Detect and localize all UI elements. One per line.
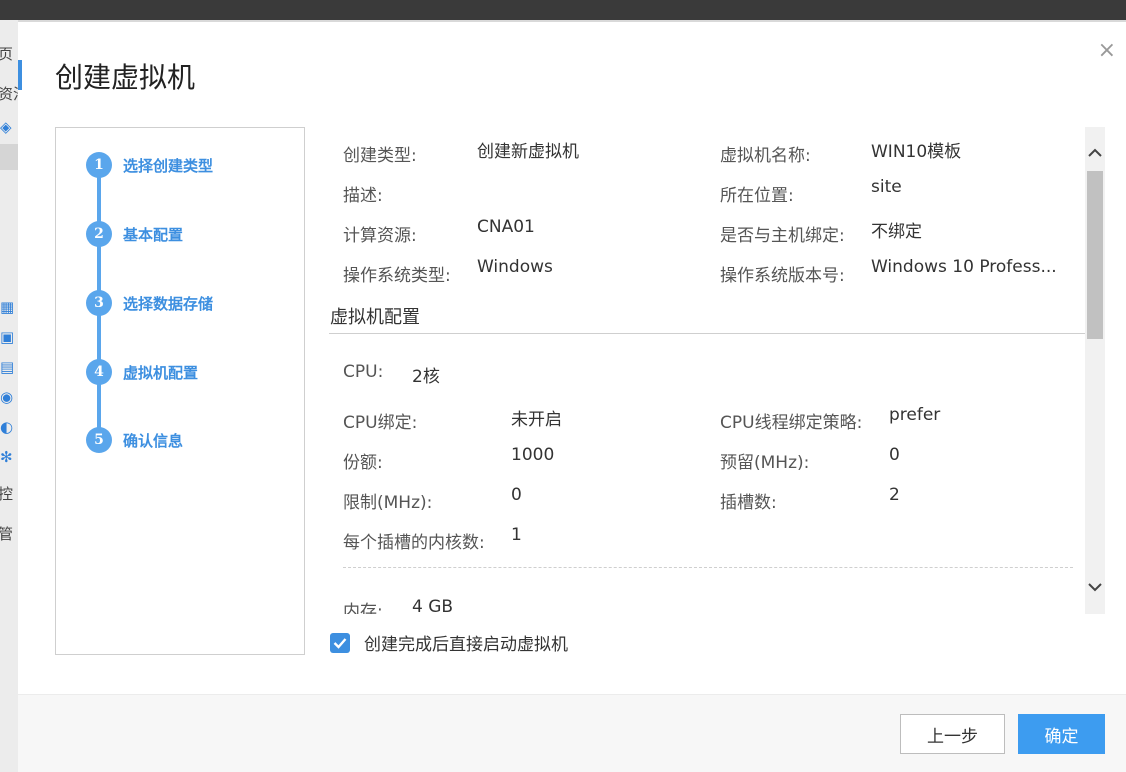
slots-label: 插槽数: bbox=[720, 493, 777, 513]
cpu-label: CPU: bbox=[343, 362, 384, 382]
bg-sidebar-icon: ◉ bbox=[0, 388, 14, 406]
os-version-label: 操作系统版本号: bbox=[720, 266, 845, 286]
auto-start-checkbox[interactable]: 创建完成后直接启动虚拟机 bbox=[330, 630, 568, 655]
cpu-thread-policy-label: CPU线程绑定策略: bbox=[720, 413, 863, 433]
step-select-create-type[interactable]: 1 选择创建类型 bbox=[86, 152, 213, 178]
step-label: 选择数据存储 bbox=[123, 294, 214, 313]
step-number: 4 bbox=[86, 359, 112, 385]
vm-config-section-title: 虚拟机配置 bbox=[330, 307, 420, 328]
bg-sidebar-fragment: 控 bbox=[0, 485, 14, 503]
content-scrollbar[interactable] bbox=[1085, 127, 1105, 614]
dialog-footer: 上一步 确定 bbox=[18, 694, 1126, 772]
bg-sidebar-fragment: 管 bbox=[0, 525, 14, 543]
create-type-label: 创建类型: bbox=[343, 146, 417, 166]
prev-step-button[interactable]: 上一步 bbox=[900, 714, 1005, 754]
confirm-button[interactable]: 确定 bbox=[1018, 714, 1105, 754]
os-type-label: 操作系统类型: bbox=[343, 266, 451, 286]
memory-label: 内存: bbox=[343, 602, 383, 614]
create-vm-dialog: 创建虚拟机 × 1 选择创建类型 2 基本配置 3 选择数据存储 4 虚拟机配置… bbox=[18, 22, 1126, 772]
limit-value: 0 bbox=[511, 485, 522, 505]
step-label: 选择创建类型 bbox=[123, 156, 214, 175]
app-top-bar bbox=[0, 0, 1126, 20]
confirm-content-area: 创建类型: 创建新虚拟机 虚拟机名称: WIN10模板 描述: 所在位置: si… bbox=[329, 127, 1085, 614]
wizard-steps-panel: 1 选择创建类型 2 基本配置 3 选择数据存储 4 虚拟机配置 5 确认信息 bbox=[55, 127, 305, 655]
cores-per-slot-value: 1 bbox=[511, 525, 522, 545]
step-number: 1 bbox=[86, 152, 112, 178]
limit-label: 限制(MHz): bbox=[343, 493, 433, 513]
bg-sidebar-icon: ◐ bbox=[0, 418, 14, 436]
step-basic-config[interactable]: 2 基本配置 bbox=[86, 221, 183, 247]
step-number: 3 bbox=[86, 290, 112, 316]
reserve-value: 0 bbox=[889, 445, 900, 465]
host-bind-label: 是否与主机绑定: bbox=[720, 226, 845, 246]
cpu-bind-label: CPU绑定: bbox=[343, 413, 418, 433]
background-sidebar: 页 资池 ◈ ▦ ▣ ▤ ◉ ◐ ✻ 控 管 bbox=[0, 20, 18, 772]
section-divider bbox=[329, 333, 1085, 334]
auto-start-label: 创建完成后直接启动虚拟机 bbox=[364, 635, 568, 655]
step-label: 确认信息 bbox=[123, 431, 184, 450]
scrollbar-thumb[interactable] bbox=[1087, 171, 1103, 339]
reserve-label: 预留(MHz): bbox=[720, 453, 810, 473]
share-label: 份额: bbox=[343, 453, 383, 473]
dashed-divider bbox=[343, 567, 1073, 568]
title-accent-bar bbox=[18, 60, 22, 90]
location-value: site bbox=[871, 177, 902, 197]
bg-sidebar-icon: ▣ bbox=[0, 328, 15, 346]
step-vm-config[interactable]: 4 虚拟机配置 bbox=[86, 359, 198, 385]
description-label: 描述: bbox=[343, 186, 383, 206]
step-number: 2 bbox=[86, 221, 112, 247]
step-label: 基本配置 bbox=[123, 225, 184, 244]
chevron-up-icon[interactable] bbox=[1085, 143, 1105, 163]
os-type-value: Windows bbox=[477, 257, 553, 277]
dialog-title: 创建虚拟机 bbox=[55, 61, 196, 94]
bg-sidebar-fragment: 页 bbox=[0, 45, 14, 63]
vm-name-label: 虚拟机名称: bbox=[720, 146, 811, 166]
compute-resource-value: CNA01 bbox=[477, 217, 535, 237]
chevron-down-icon[interactable] bbox=[1085, 577, 1105, 597]
os-version-value: Windows 10 Profess... bbox=[871, 257, 1057, 277]
bg-sidebar-icon: ▦ bbox=[0, 298, 15, 316]
step-select-datastore[interactable]: 3 选择数据存储 bbox=[86, 290, 213, 316]
cpu-thread-policy-value: prefer bbox=[889, 405, 941, 425]
vm-name-value: WIN10模板 bbox=[871, 142, 962, 162]
cpu-value: 2核 bbox=[412, 367, 440, 387]
bg-sidebar-fragment: 资池 bbox=[0, 85, 18, 103]
bg-sidebar-icon: ▤ bbox=[0, 358, 15, 376]
bg-sidebar-icon: ◈ bbox=[0, 118, 12, 136]
close-icon[interactable]: × bbox=[1098, 38, 1116, 63]
host-bind-value: 不绑定 bbox=[871, 222, 922, 242]
location-label: 所在位置: bbox=[720, 186, 794, 206]
step-label: 虚拟机配置 bbox=[123, 363, 199, 382]
create-type-value: 创建新虚拟机 bbox=[477, 142, 579, 162]
step-confirm-info[interactable]: 5 确认信息 bbox=[86, 427, 183, 453]
bg-sidebar-selected-item bbox=[0, 144, 18, 170]
step-number: 5 bbox=[86, 427, 112, 453]
cpu-bind-value: 未开启 bbox=[511, 410, 562, 430]
slots-value: 2 bbox=[889, 485, 900, 505]
compute-resource-label: 计算资源: bbox=[343, 226, 417, 246]
checkmark-icon[interactable] bbox=[330, 632, 350, 653]
memory-value: 4 GB bbox=[412, 597, 454, 614]
cores-per-slot-label: 每个插槽的内核数: bbox=[343, 533, 485, 553]
share-value: 1000 bbox=[511, 445, 555, 465]
bg-sidebar-icon: ✻ bbox=[0, 448, 13, 466]
